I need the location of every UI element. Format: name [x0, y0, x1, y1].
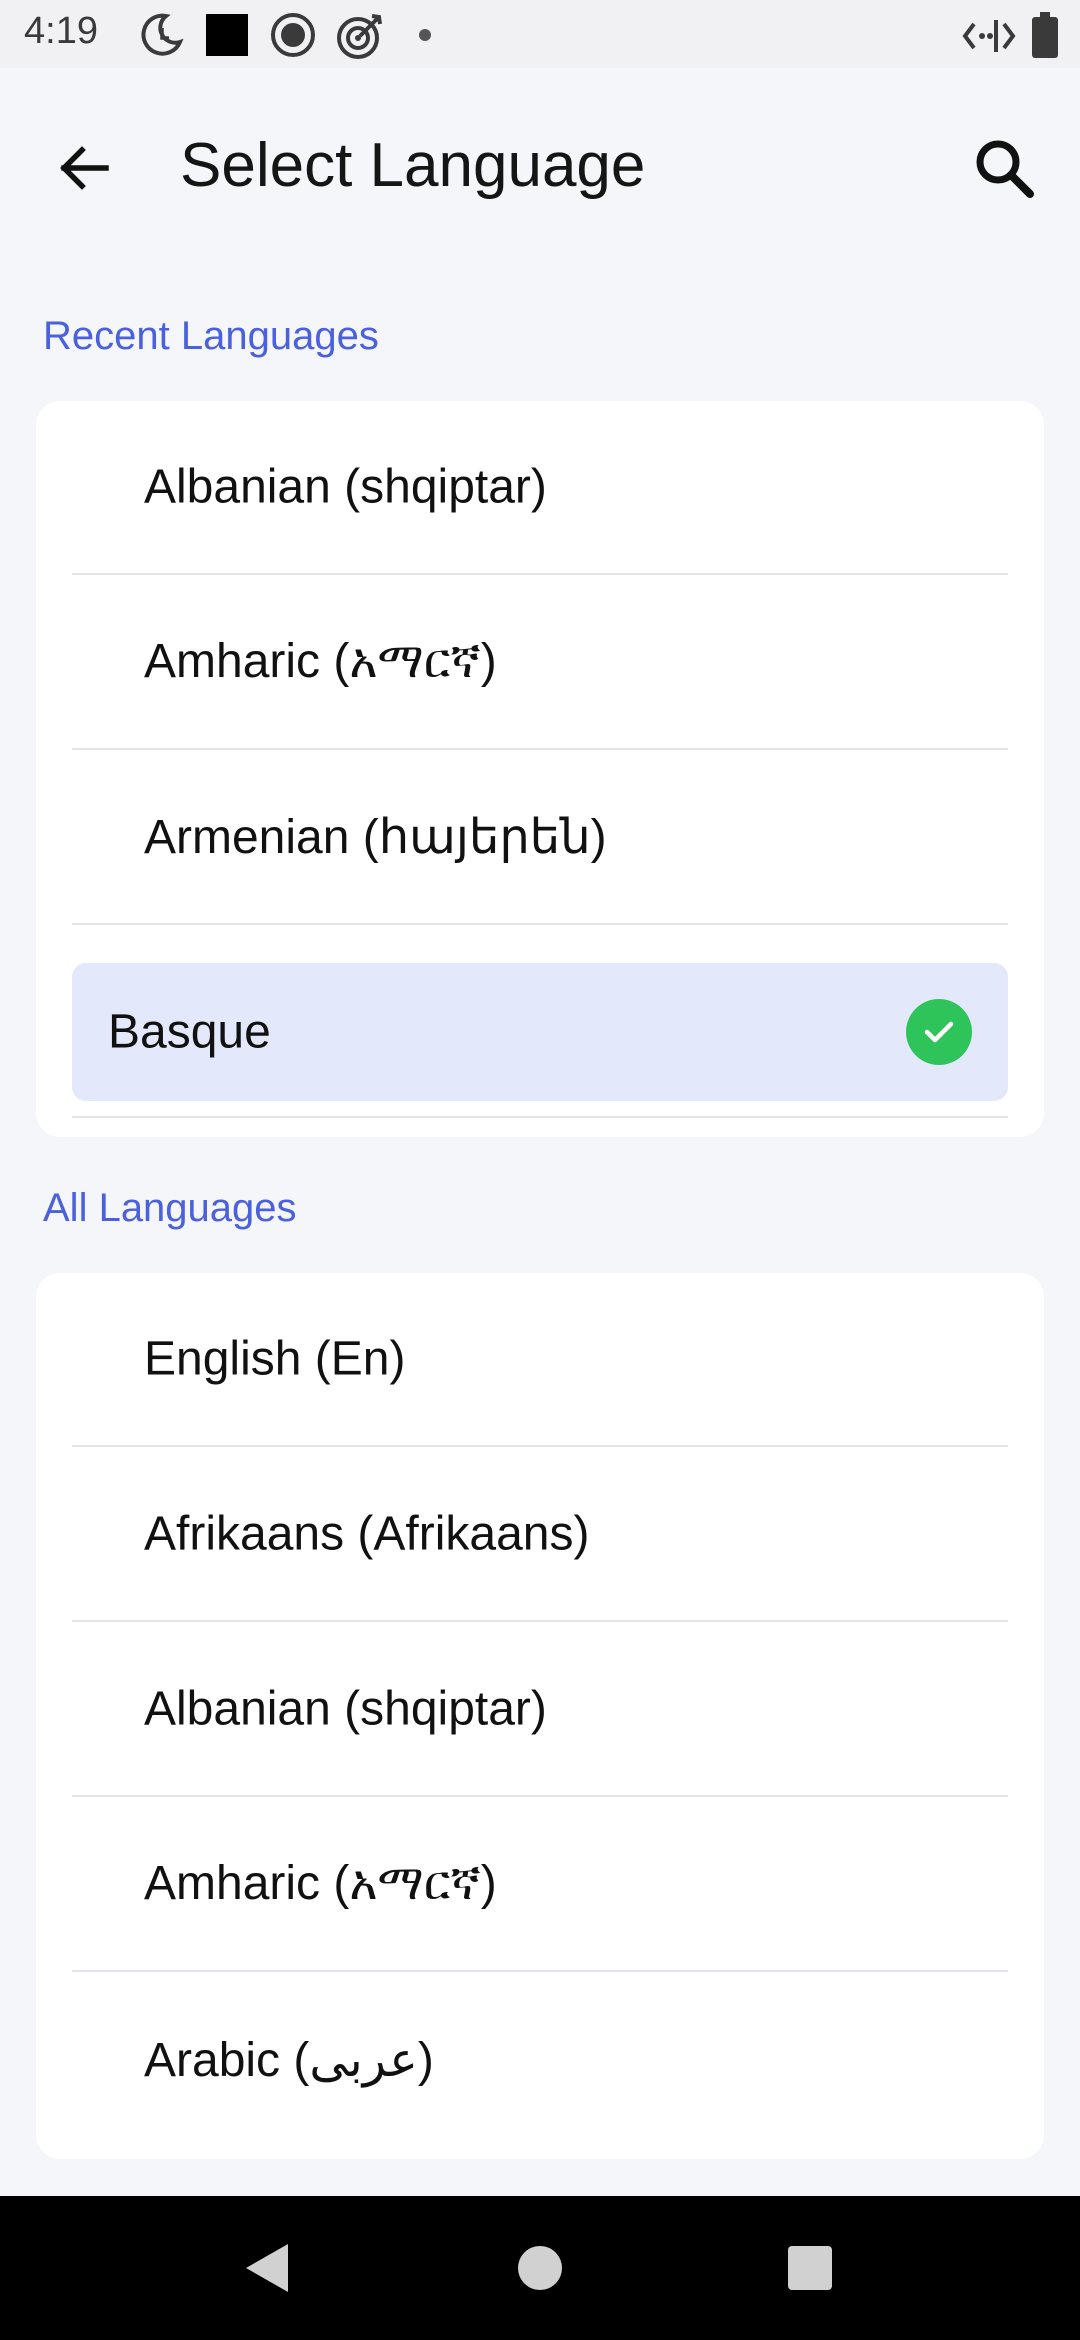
language-label: Arabic (عربى): [144, 2034, 434, 2087]
data-transfer-icon: [962, 16, 1016, 61]
divider: [72, 1116, 1008, 1118]
back-button[interactable]: [40, 124, 128, 212]
search-icon: [976, 140, 1034, 198]
recent-language-item[interactable]: Amharic (አማርኛ): [72, 576, 1008, 750]
nav-back-button[interactable]: [232, 2232, 304, 2304]
navigation-bar: [0, 2196, 1080, 2340]
nav-home-circle-icon: [518, 2246, 562, 2290]
recent-language-item-selected[interactable]: Basque: [72, 963, 1008, 1101]
all-languages-heading: All Languages: [43, 1186, 297, 1230]
check-circle-icon: [906, 999, 972, 1065]
language-item[interactable]: Afrikaans (Afrikaans): [72, 1448, 1008, 1622]
language-label: Albanian (shqiptar): [144, 1682, 547, 1736]
notification-dot-icon: [418, 28, 432, 47]
language-label: Amharic (አማርኛ): [144, 635, 497, 688]
arrow-back-icon: [60, 146, 109, 190]
recent-languages-card: Albanian (shqiptar) Amharic (አማርኛ) Armen…: [36, 401, 1044, 1137]
language-label: Afrikaans (Afrikaans): [144, 1507, 590, 1561]
language-label: Basque: [108, 1005, 271, 1059]
recent-language-item[interactable]: Armenian (հայերեն): [72, 751, 1008, 925]
night-clock-icon: [138, 12, 184, 63]
language-item[interactable]: Arabic (عربى): [72, 1973, 1008, 2147]
language-label: Albanian (shqiptar): [144, 460, 547, 514]
language-label: Armenian (հայերեն): [144, 811, 607, 864]
recent-language-item[interactable]: Albanian (shqiptar): [72, 401, 1008, 575]
nav-recents-button[interactable]: [774, 2232, 846, 2304]
media-record-icon: [270, 12, 316, 63]
language-item[interactable]: English (En): [72, 1273, 1008, 1447]
status-time: 4:19: [24, 10, 98, 52]
nav-home-button[interactable]: [504, 2232, 576, 2304]
app-square-icon: [204, 12, 250, 63]
nav-back-triangle-icon: [246, 2244, 288, 2292]
search-button[interactable]: [960, 124, 1048, 212]
recent-languages-heading: Recent Languages: [43, 314, 379, 358]
language-label: Amharic (አማርኛ): [144, 1857, 497, 1910]
target-icon: [336, 12, 384, 65]
language-label: English (En): [144, 1332, 406, 1386]
all-languages-card: English (En) Afrikaans (Afrikaans) Alban…: [36, 1273, 1044, 2159]
nav-recents-square-icon: [788, 2246, 832, 2290]
app-bar: Select Language: [0, 68, 1080, 278]
page-title: Select Language: [180, 131, 646, 200]
status-bar: 4:19: [0, 0, 1080, 68]
language-item[interactable]: Albanian (shqiptar): [72, 1623, 1008, 1797]
language-item[interactable]: Amharic (አማርኛ): [72, 1798, 1008, 1972]
battery-icon: [1032, 12, 1058, 63]
